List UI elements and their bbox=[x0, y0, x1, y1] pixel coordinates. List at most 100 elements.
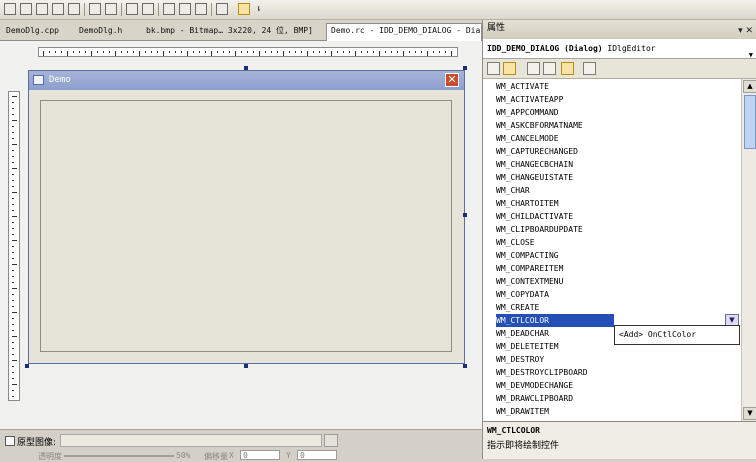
message-row[interactable]: WM_CONTEXTMENU bbox=[483, 275, 741, 288]
ruler-tick bbox=[12, 180, 14, 181]
prototype-image-path[interactable] bbox=[60, 434, 322, 447]
space-across-icon[interactable] bbox=[105, 3, 117, 15]
message-row[interactable]: WM_DESTROY bbox=[483, 353, 741, 366]
alphabetical-icon[interactable] bbox=[503, 62, 516, 75]
align-bottom-icon[interactable] bbox=[52, 3, 64, 15]
message-name: WM_ASKCBFORMATNAME bbox=[496, 121, 583, 130]
size-to-content-icon[interactable] bbox=[195, 3, 207, 15]
message-row[interactable]: WM_COMPACTING bbox=[483, 249, 741, 262]
message-name: WM_CHILDACTIVATE bbox=[496, 212, 574, 221]
message-row[interactable]: WM_CREATE bbox=[483, 301, 741, 314]
scroll-up-icon[interactable]: ▲ bbox=[743, 80, 756, 93]
resize-handle[interactable] bbox=[463, 66, 467, 70]
resize-handle[interactable] bbox=[25, 364, 29, 368]
ruler-tick bbox=[241, 51, 242, 53]
close-icon[interactable]: ✕ bbox=[445, 73, 459, 87]
ruler-tick bbox=[319, 51, 320, 53]
ruler-tick bbox=[157, 51, 158, 53]
toolbar-overflow[interactable]: ⇂ bbox=[256, 4, 261, 14]
resize-handle[interactable] bbox=[463, 213, 467, 217]
message-row[interactable]: WM_CHAR bbox=[483, 184, 741, 197]
ruler-tick bbox=[12, 276, 14, 277]
browse-button[interactable] bbox=[324, 434, 338, 447]
properties-icon[interactable] bbox=[527, 62, 540, 75]
message-row[interactable]: WM_CANCELMODE bbox=[483, 132, 741, 145]
message-row[interactable]: WM_DRAWCLIPBOARD bbox=[483, 392, 741, 405]
ruler-tick bbox=[169, 51, 170, 53]
tab-demodlg-h[interactable]: DemoDlg.h bbox=[75, 24, 126, 40]
space-down-icon[interactable] bbox=[126, 3, 138, 15]
resize-handle[interactable] bbox=[244, 364, 248, 368]
message-row[interactable]: WM_ASKCBFORMATNAME bbox=[483, 119, 741, 132]
ruler-tick bbox=[289, 51, 290, 53]
ruler-tick bbox=[421, 51, 422, 53]
center-vertical-icon[interactable] bbox=[68, 3, 80, 15]
message-row[interactable]: WM_APPCOMMAND bbox=[483, 106, 741, 119]
ruler-tick bbox=[12, 324, 14, 325]
toolbar-separator bbox=[158, 3, 159, 16]
messages-list: WM_ACTIVATE WM_ACTIVATEAPP WM_APPCOMMAND WM… bbox=[483, 79, 741, 421]
message-row[interactable]: WM_COPYDATA bbox=[483, 288, 741, 301]
message-row[interactable]: WM_CHARTOITEM bbox=[483, 197, 741, 210]
categorized-icon[interactable] bbox=[487, 62, 500, 75]
messages-icon[interactable] bbox=[561, 62, 574, 75]
resize-handle[interactable] bbox=[463, 364, 467, 368]
message-row[interactable]: WM_CHANGECBCHAIN bbox=[483, 158, 741, 171]
horizontal-ruler[interactable] bbox=[38, 47, 458, 57]
make-same-height-icon[interactable] bbox=[163, 3, 175, 15]
message-row[interactable]: WM_ACTIVATEAPP bbox=[483, 93, 741, 106]
message-row[interactable]: WM_DESTROYCLIPBOARD bbox=[483, 366, 741, 379]
message-row[interactable]: WM_CAPTURECHANGED bbox=[483, 145, 741, 158]
description-text: 指示即将绘制控件 bbox=[487, 441, 560, 451]
align-left-icon[interactable] bbox=[4, 3, 16, 15]
property-pages-icon[interactable] bbox=[583, 62, 596, 75]
dialog-client-area[interactable] bbox=[40, 100, 452, 352]
tab-bk-bmp[interactable]: bk.bmp - Bitmap… 3x220, 24 位, BMP] bbox=[142, 24, 317, 40]
ruler-tick bbox=[12, 396, 14, 397]
ruler-tick bbox=[12, 342, 14, 343]
resize-handle[interactable] bbox=[244, 66, 248, 70]
message-name: WM_DEADCHAR bbox=[496, 329, 549, 338]
message-row[interactable]: WM_CHANGEUISTATE bbox=[483, 171, 741, 184]
ruler-tick bbox=[331, 51, 332, 56]
panel-controls[interactable]: ▾ ✕ bbox=[738, 23, 753, 40]
ruler-tick bbox=[85, 51, 86, 53]
scroll-down-icon[interactable]: ▼ bbox=[743, 407, 756, 420]
dialog-editor-toolbar: ⇂ bbox=[0, 0, 756, 20]
ruler-tick bbox=[175, 51, 176, 53]
ruler-tick bbox=[253, 51, 254, 53]
message-row[interactable]: WM_ACTIVATE bbox=[483, 80, 741, 93]
make-same-size-icon[interactable] bbox=[179, 3, 191, 15]
vertical-ruler[interactable] bbox=[8, 91, 20, 401]
tab-demo-rc[interactable]: Demo.rc - IDD_DEMO_DIALOG - Dial bbox=[326, 23, 482, 41]
object-selector[interactable]: IDD_DEMO_DIALOG (Dialog) IDlgEditor ▼ bbox=[483, 39, 756, 59]
align-right-icon[interactable] bbox=[20, 3, 32, 15]
prototype-image-checkbox[interactable] bbox=[5, 436, 15, 446]
ruler-tick bbox=[235, 51, 236, 56]
make-same-width-icon[interactable] bbox=[142, 3, 154, 15]
ruler-tick bbox=[12, 162, 14, 163]
ruler-tick bbox=[121, 51, 122, 53]
message-row[interactable]: WM_CHILDACTIVATE bbox=[483, 210, 741, 223]
properties-scrollbar[interactable]: ▲ ▼ bbox=[741, 79, 756, 421]
message-row[interactable]: WM_COMPAREITEM bbox=[483, 262, 741, 275]
ruler-tick bbox=[325, 51, 326, 53]
description-title: WM_CTLCOLOR bbox=[487, 426, 540, 435]
align-top-icon[interactable] bbox=[36, 3, 48, 15]
message-row[interactable]: WM_DRAWITEM bbox=[483, 405, 741, 418]
center-horizontal-icon[interactable] bbox=[89, 3, 101, 15]
offset-label: 偏移量 bbox=[204, 452, 228, 461]
handler-option[interactable]: <Add> OnCtlColor bbox=[614, 325, 740, 345]
toggle-grid-icon[interactable] bbox=[216, 3, 228, 15]
tab-demodlg-cpp[interactable]: DemoDlg.cpp bbox=[2, 24, 63, 40]
toggle-guides-icon[interactable] bbox=[238, 3, 250, 15]
message-row[interactable]: WM_CLIPBOARDUPDATE bbox=[483, 223, 741, 236]
message-row[interactable]: WM_CLOSE bbox=[483, 236, 741, 249]
scroll-thumb[interactable] bbox=[744, 95, 756, 149]
message-row[interactable]: WM_DEVMODECHANGE bbox=[483, 379, 741, 392]
events-icon[interactable] bbox=[543, 62, 556, 75]
ruler-tick bbox=[12, 288, 17, 289]
transparency-slider[interactable] bbox=[64, 455, 174, 457]
dialog-preview[interactable]: Demo ✕ bbox=[28, 70, 465, 364]
ruler-tick bbox=[391, 51, 392, 53]
